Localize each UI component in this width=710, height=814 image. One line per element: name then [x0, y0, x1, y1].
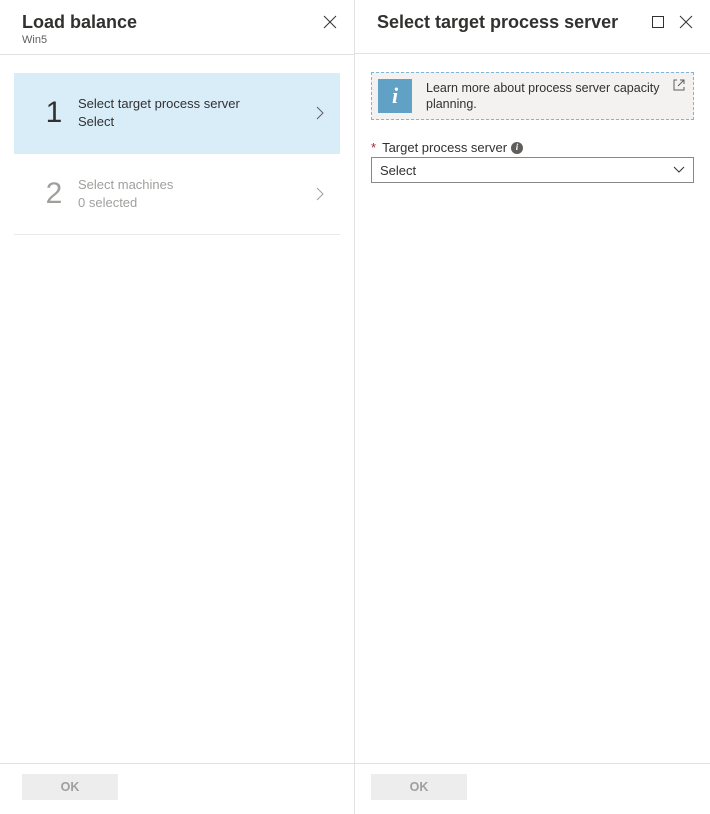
step-title: Select machines	[78, 176, 316, 194]
target-process-server-label: * Target process server i	[371, 140, 694, 155]
step-select-target-process-server[interactable]: 1 Select target process server Select	[14, 73, 340, 154]
step-subtitle: Select	[78, 113, 316, 131]
info-icon: i	[378, 79, 412, 113]
maximize-icon[interactable]	[650, 14, 666, 30]
left-panel-title: Load balance	[22, 10, 137, 34]
left-panel-body: 1 Select target process server Select 2 …	[0, 55, 354, 763]
chevron-right-icon	[316, 187, 324, 201]
select-target-process-server-panel: Select target process server i Learn mor…	[355, 0, 710, 814]
external-link-icon[interactable]	[673, 79, 685, 91]
step-select-machines[interactable]: 2 Select machines 0 selected	[14, 154, 340, 235]
step-subtitle: 0 selected	[78, 194, 316, 212]
target-process-server-select[interactable]: Select	[371, 157, 694, 183]
ok-button[interactable]: OK	[371, 774, 467, 800]
right-panel-title: Select target process server	[377, 10, 618, 34]
left-panel-footer: OK	[0, 763, 354, 814]
load-balance-panel: Load balance Win5 1 Select target proces…	[0, 0, 355, 814]
right-panel-header: Select target process server	[355, 0, 710, 54]
chevron-down-icon	[673, 166, 685, 174]
ok-button[interactable]: OK	[22, 774, 118, 800]
select-value: Select	[380, 163, 673, 178]
right-panel-footer: OK	[355, 763, 710, 814]
close-icon[interactable]	[322, 14, 338, 30]
info-tooltip-icon[interactable]: i	[511, 142, 523, 154]
step-title: Select target process server	[78, 95, 316, 113]
close-icon[interactable]	[678, 14, 694, 30]
info-banner[interactable]: i Learn more about process server capaci…	[371, 72, 694, 120]
right-panel-body: i Learn more about process server capaci…	[355, 54, 710, 763]
step-number: 1	[36, 96, 72, 130]
info-text: Learn more about process server capacity…	[426, 80, 685, 112]
chevron-right-icon	[316, 106, 324, 120]
left-panel-header: Load balance Win5	[0, 0, 354, 55]
left-panel-subtitle: Win5	[22, 34, 137, 46]
required-asterisk: *	[371, 140, 376, 155]
field-label-text: Target process server	[382, 140, 507, 155]
step-number: 2	[36, 177, 72, 211]
